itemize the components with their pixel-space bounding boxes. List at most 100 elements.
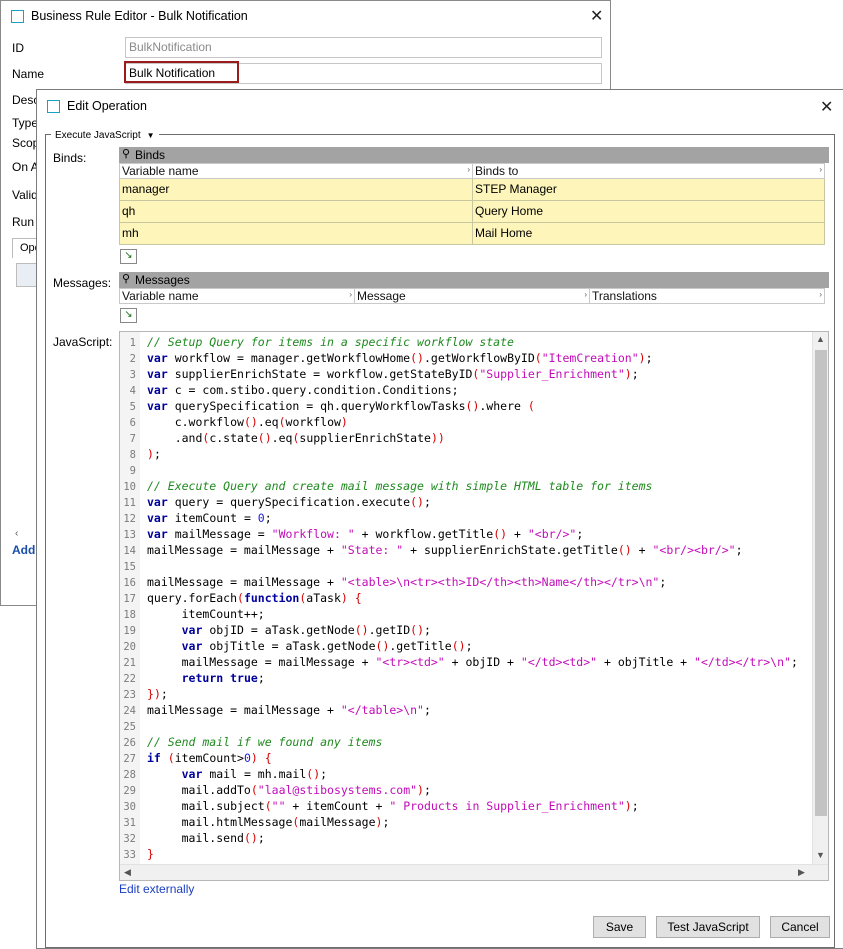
code-line: 27 if (itemCount>0) { (120, 750, 798, 767)
window-icon (47, 100, 60, 113)
line-number: 19 (120, 623, 140, 639)
binds-row[interactable]: mh Mail Home (119, 223, 825, 245)
javascript-label: JavaScript: (53, 335, 113, 349)
line-number: 7 (120, 431, 140, 447)
code-line: 15 (120, 558, 798, 575)
code-text: var itemCount = 0; (147, 511, 272, 525)
bg-titlebar: Business Rule Editor - Bulk Notification… (1, 1, 610, 31)
scroll-thumb[interactable] (815, 350, 827, 816)
vertical-scrollbar[interactable]: ▲ ▼ (812, 332, 828, 865)
binds-cell[interactable]: manager (119, 179, 472, 201)
line-number: 22 (120, 671, 140, 687)
add-message-button[interactable]: ↘ (120, 308, 137, 323)
javascript-editor[interactable]: 1 // Setup Query for items in a specific … (119, 331, 829, 881)
code-line: 24 mailMessage = mailMessage + "</table>\… (120, 702, 798, 719)
binds-cell[interactable]: qh (119, 201, 472, 223)
sort-arrow-icon: › (584, 290, 587, 299)
add-link[interactable]: Add (12, 543, 35, 557)
sort-arrow-icon: › (467, 165, 470, 174)
add-row-icon: ↘ (124, 250, 133, 261)
code-text: var c = com.stibo.query.condition.Condit… (147, 383, 459, 397)
code-text: mailMessage = mailMessage + "<table>\n<t… (147, 575, 667, 589)
code-line: 7 .and(c.state().eq(supplierEnrichState)… (120, 430, 798, 447)
code-line: 12 var itemCount = 0; (120, 510, 798, 527)
code-text: query.forEach(function(aTask) { (147, 591, 362, 605)
id-field[interactable]: BulkNotification (125, 37, 602, 58)
binds-header-variable[interactable]: Variable name › (119, 163, 472, 179)
scroll-up-icon[interactable]: ▲ (816, 334, 825, 344)
code-text: var query = querySpecification.execute()… (147, 495, 431, 509)
code-line: 30 mail.subject("" + itemCount + " Produ… (120, 798, 798, 815)
code-text: var mailMessage = "Workflow: " + workflo… (147, 527, 584, 541)
binds-header: Variable name › Binds to › (119, 163, 825, 179)
pin-icon[interactable]: ⚲ (122, 147, 130, 160)
binds-row[interactable]: manager STEP Manager (119, 179, 825, 201)
code-line: 9 (120, 462, 798, 479)
binds-cell[interactable]: Query Home (472, 201, 825, 223)
code-line: 3 var supplierEnrichState = workflow.getS… (120, 366, 798, 383)
line-number: 30 (120, 799, 140, 815)
operation-type-dropdown[interactable]: Execute JavaScript ▼ (51, 130, 159, 141)
code-line: 8); (120, 446, 798, 463)
code-text: mail.subject("" + itemCount + " Products… (147, 799, 639, 813)
messages-label: Messages: (53, 276, 112, 290)
scroll-left-icon[interactable]: ◀ (124, 867, 131, 878)
dropdown-arrow-icon: ▼ (146, 131, 155, 140)
binds-header-binds-to[interactable]: Binds to › (472, 163, 825, 179)
column-header-label: Binds to (475, 164, 519, 178)
scroll-right-icon[interactable]: ▶ (798, 867, 805, 878)
code-text: // Setup Query for items in a specific w… (147, 335, 514, 349)
binds-cell[interactable]: STEP Manager (472, 179, 825, 201)
messages-header-variable[interactable]: Variable name › (119, 288, 354, 304)
line-number: 15 (120, 559, 140, 575)
binds-cell[interactable]: Mail Home (472, 223, 825, 245)
code-text: var querySpecification = qh.queryWorkflo… (147, 399, 535, 413)
code-text: ); (147, 447, 161, 461)
sort-arrow-icon: › (349, 290, 352, 299)
code-line: 2 var workflow = manager.getWorkflowHome(… (120, 350, 798, 367)
line-number: 6 (120, 415, 140, 431)
code-text: // Execute Query and create mail message… (147, 479, 653, 493)
code-text: mail.htmlMessage(mailMessage); (147, 815, 390, 829)
cancel-button[interactable]: Cancel (770, 916, 830, 938)
code-text: mailMessage = mailMessage + "State: " + … (147, 543, 743, 557)
add-bind-button[interactable]: ↘ (120, 249, 137, 264)
pin-icon[interactable]: ⚲ (122, 272, 130, 285)
scroll-down-icon[interactable]: ▼ (816, 850, 825, 860)
code-line: 13 var mailMessage = "Workflow: " + workf… (120, 526, 798, 543)
bg-window-title: Business Rule Editor - Bulk Notification (31, 9, 248, 23)
horizontal-scrollbar[interactable]: ◀ ▶ (120, 864, 828, 880)
line-number: 27 (120, 751, 140, 767)
code-line: 31 mail.htmlMessage(mailMessage); (120, 814, 798, 831)
close-icon[interactable]: ✕ (820, 99, 833, 115)
code-line: 17 query.forEach(function(aTask) { (120, 590, 798, 607)
code-text: if (itemCount>0) { (147, 751, 272, 765)
valid-label: Valid (12, 188, 38, 202)
binds-title-text: Binds (135, 148, 166, 162)
code-text: // Send mail if we found any items (147, 735, 383, 749)
code-text: var objTitle = aTask.getNode().getTitle(… (181, 639, 473, 653)
code-line: 16 mailMessage = mailMessage + "<table>\n… (120, 574, 798, 591)
messages-header-translations[interactable]: Translations › (589, 288, 825, 304)
messages-header: Variable name › Message › Translations › (119, 288, 825, 304)
test-javascript-button[interactable]: Test JavaScript (656, 916, 760, 938)
messages-header-message[interactable]: Message › (354, 288, 589, 304)
line-number: 9 (120, 463, 140, 479)
sort-arrow-icon: › (819, 165, 822, 174)
code-text: .and(c.state().eq(supplierEnrichState)) (147, 431, 445, 445)
code-line: 20 var objTitle = aTask.getNode().getTit… (120, 638, 798, 655)
line-number: 29 (120, 783, 140, 799)
column-header-label: Message (357, 289, 406, 303)
code-line: 32 mail.send(); (120, 830, 798, 847)
code-line: 25 (120, 718, 798, 735)
save-button[interactable]: Save (593, 916, 646, 938)
operation-icon[interactable] (16, 263, 38, 287)
binds-cell[interactable]: mh (119, 223, 472, 245)
run-label: Run (12, 215, 35, 229)
binds-row[interactable]: qh Query Home (119, 201, 825, 223)
code-text: mail.send(); (147, 831, 265, 845)
edit-externally-link[interactable]: Edit externally (119, 882, 194, 896)
line-number: 23 (120, 687, 140, 703)
line-number: 12 (120, 511, 140, 527)
close-icon[interactable]: ✕ (590, 8, 603, 24)
